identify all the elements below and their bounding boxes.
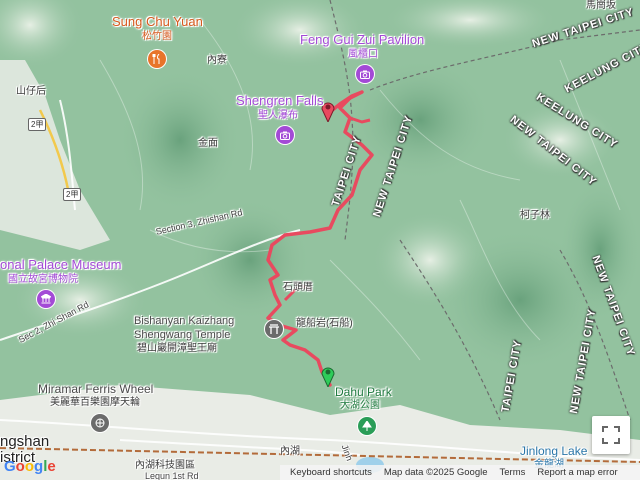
map-attribution-bar: Keyboard shortcuts Map data ©2025 Google… (280, 465, 640, 480)
keyboard-shortcuts-link[interactable]: Keyboard shortcuts (290, 467, 372, 478)
map-data-credit: Map data ©2025 Google (383, 467, 488, 478)
terrain-layer (0, 0, 640, 480)
palace-museum-local-label: 國立故宮博物院 (8, 274, 78, 285)
feng-gui-zui-label[interactable]: Feng Gui Zui Pavilion (300, 32, 424, 47)
temple-icon[interactable] (265, 320, 283, 338)
dahu-park-local-label: 大湖公園 (340, 400, 380, 411)
area-label-shanzaihou: 山仔后 (16, 86, 46, 97)
jinlong-lake-label[interactable]: Jinlong Lake (520, 444, 587, 458)
miramar-label[interactable]: Miramar Ferris Wheel (38, 382, 153, 396)
ferris-wheel-icon[interactable] (91, 414, 109, 432)
miramar-local-label: 美麗華百樂園摩天輪 (50, 397, 140, 408)
dahu-park-label[interactable]: Dahu Park (335, 385, 392, 399)
fullscreen-button[interactable] (592, 416, 630, 454)
area-label-neiliao: 內寮 (207, 55, 227, 66)
area-label-neihu: 內湖 (280, 446, 300, 457)
terms-link[interactable]: Terms (500, 467, 526, 478)
area-label-longchuanyan: 龍船岩(石船) (296, 318, 353, 329)
bishanyan-label-line2[interactable]: Shengwang Temple (134, 329, 230, 341)
food-icon[interactable] (148, 50, 166, 68)
shengren-falls-label[interactable]: Shengren Falls (236, 93, 323, 108)
area-label-shitoucuo: 石頭厝 (283, 282, 313, 293)
bishanyan-local-label: 碧山巖開漳聖王廟 (137, 343, 217, 354)
camera-icon[interactable] (276, 126, 294, 144)
fullscreen-icon (602, 426, 620, 444)
report-error-link[interactable]: Report a map error (537, 467, 617, 478)
map-canvas[interactable]: Sung Chu Yuan 松竹園 Feng Gui Zui Pavilion … (0, 0, 640, 480)
shengren-falls-local-label: 聖人瀑布 (258, 110, 298, 121)
museum-icon[interactable] (37, 290, 55, 308)
area-label-kezilin: 柯子林 (520, 210, 550, 221)
road-label-lequn: Lequn 1st Rd (145, 471, 199, 480)
palace-museum-label[interactable]: onal Palace Museum (0, 257, 121, 272)
route-shield-2b: 2甲 (63, 188, 82, 201)
route-shield-2: 2甲 (28, 118, 47, 131)
tree-icon[interactable] (358, 417, 376, 435)
google-logo[interactable]: Google (4, 458, 56, 475)
area-label-jinmian: 金面 (198, 138, 218, 149)
sung-chu-yuan-local-label: 松竹園 (142, 31, 172, 42)
feng-gui-zui-local-label: 風櫃口 (348, 49, 378, 60)
area-label-neihu-tech: 內湖科技園區 (135, 460, 195, 471)
area-label-top-right: 馬崗坂 (586, 0, 616, 11)
sung-chu-yuan-label[interactable]: Sung Chu Yuan (112, 14, 203, 29)
bishanyan-label-line1[interactable]: Bishanyan Kaizhang (134, 315, 234, 327)
camera-icon[interactable] (356, 65, 374, 83)
route-start-marker[interactable] (321, 365, 335, 389)
